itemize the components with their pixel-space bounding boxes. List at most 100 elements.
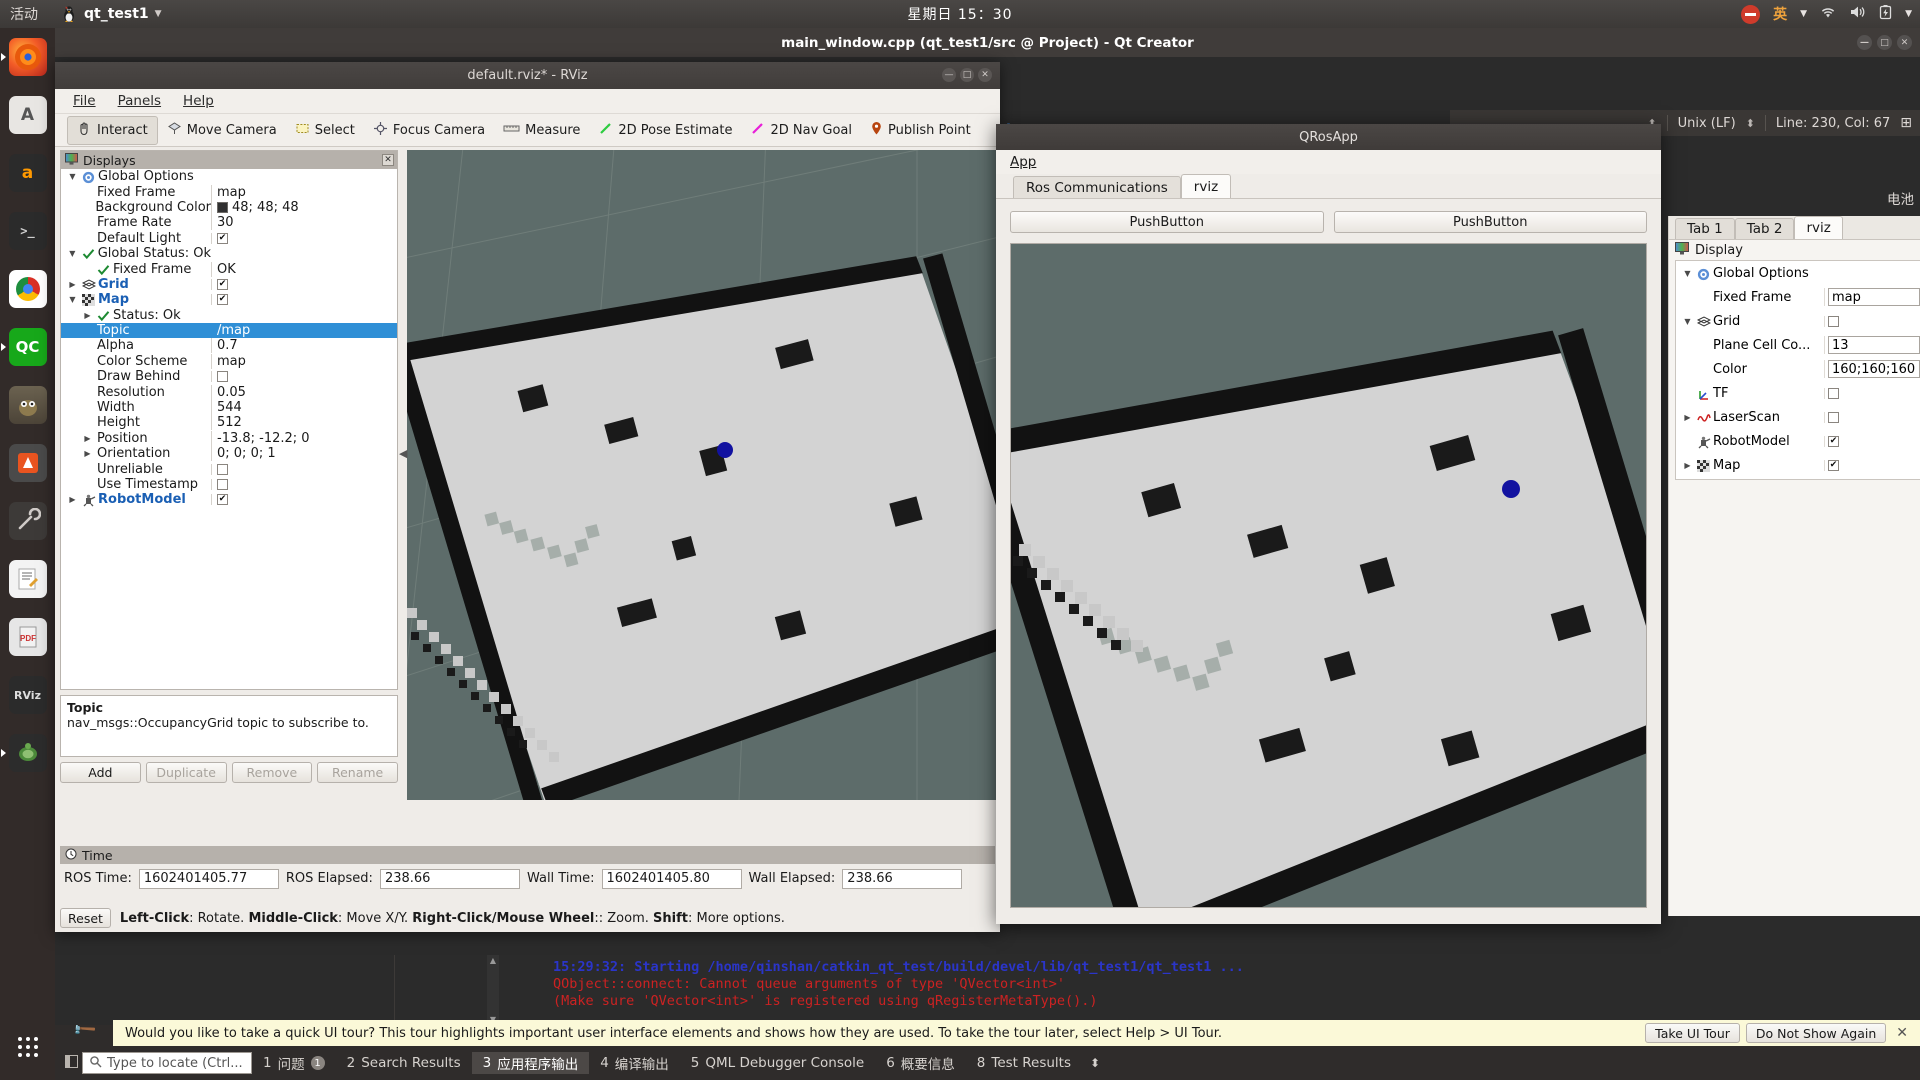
split-editor-icon[interactable]: ⊞ [1900,115,1912,131]
tab-1[interactable]: Tab 1 [1675,218,1735,239]
displays-row[interactable]: Use Timestamp [61,477,397,492]
locate-input[interactable]: Type to locate (Ctrl... [82,1052,252,1074]
expander-icon[interactable]: ▶ [1682,413,1693,422]
wall-elapsed-input[interactable]: 238.66 [842,869,962,889]
tool-move-camera[interactable]: Move Camera [158,117,286,144]
property-value-cell[interactable]: ✔ [211,294,397,305]
property-value-cell[interactable]: ✔ [211,233,397,244]
add-button[interactable]: Add [60,762,141,783]
property-value-cell[interactable] [211,371,397,382]
launcher-item-rviz[interactable]: RViz [0,666,55,724]
maximize-button[interactable]: □ [1877,35,1892,50]
launcher-item-firefox[interactable] [0,28,55,86]
tool-measure[interactable]: Measure [494,117,589,144]
checkbox[interactable]: ✔ [217,279,228,290]
tool-select[interactable]: Select [286,117,364,144]
checkbox[interactable]: ✔ [1828,460,1839,471]
minimize-button[interactable]: — [1857,35,1872,50]
property-value-cell[interactable] [1824,388,1920,399]
right-dock-row[interactable]: TF [1676,381,1920,405]
tool-interact[interactable]: Interact [67,116,158,145]
property-value-cell[interactable]: -13.8; -12.2; 0 [211,431,397,446]
launcher-item-chrome[interactable] [0,260,55,318]
displays-row[interactable]: Topic/map [61,323,397,338]
displays-row[interactable]: Fixed FrameOK [61,261,397,276]
property-input[interactable]: map [1828,288,1920,306]
panel-splitter-left[interactable]: ◀ [399,447,407,460]
displays-row[interactable]: ▼Global Options [61,169,397,184]
property-value-cell[interactable] [211,464,397,475]
displays-row[interactable]: ▶RobotModel✔ [61,492,397,507]
right-dock-row[interactable]: ▶Map✔ [1676,453,1920,477]
launcher-item-files[interactable]: A [0,86,55,144]
checkbox[interactable]: ✔ [217,233,228,244]
displays-row[interactable]: Frame Rate30 [61,215,397,230]
checkbox[interactable]: ✔ [217,494,228,505]
checkbox[interactable] [1828,412,1839,423]
property-value-cell[interactable]: OK [211,262,397,277]
scroll-up-icon[interactable]: ▲ [487,955,499,966]
output-pane-tab[interactable]: 6概要信息 [875,1052,966,1074]
tab-rviz-dock[interactable]: rviz [1794,216,1842,239]
right-dock-tree[interactable]: ▼Global OptionsFixed Framemap▼GridPlane … [1675,260,1920,480]
displays-row[interactable]: Default Light✔ [61,231,397,246]
close-icon[interactable]: ✕ [1892,1025,1912,1041]
displays-row[interactable]: ▶Orientation0; 0; 0; 1 [61,446,397,461]
launcher-item-amazon[interactable]: a [0,144,55,202]
launcher-item-terminal[interactable]: >_ [0,202,55,260]
checkbox[interactable]: ✔ [1828,436,1839,447]
updown-arrows-icon[interactable]: ⬍ [1082,1056,1100,1070]
displays-row[interactable]: ▶Status: Ok [61,308,397,323]
launcher-item-gimp[interactable] [0,376,55,434]
property-input[interactable]: 160;160;160 [1828,360,1920,378]
clock[interactable]: 星期日 15：30 [907,4,1012,24]
ros-elapsed-input[interactable]: 238.66 [380,869,520,889]
output-scrollbar[interactable]: ▲ ▼ [487,955,499,1025]
property-value-cell[interactable]: 0.7 [211,338,397,353]
output-pane-tab[interactable]: 8Test Results [966,1052,1082,1074]
property-value-cell[interactable]: 544 [211,400,397,415]
ros-time-input[interactable]: 1602401405.77 [139,869,279,889]
output-pane-tab[interactable]: 2Search Results [336,1052,472,1074]
expander-icon[interactable]: ▼ [1682,269,1693,278]
output-pane-tab[interactable]: 1问题1 [252,1052,336,1074]
close-icon[interactable]: ✕ [382,154,394,166]
output-pane-tab[interactable]: 5QML Debugger Console [680,1052,875,1074]
displays-row[interactable]: Resolution0.05 [61,384,397,399]
maximize-button[interactable]: □ [960,68,974,82]
menu-file[interactable]: File [73,93,96,109]
tool-focus-camera[interactable]: Focus Camera [364,117,494,144]
property-value-cell[interactable]: ✔ [211,279,397,290]
menu-app[interactable]: App [1010,154,1036,170]
take-ui-tour-button[interactable]: Take UI Tour [1645,1023,1740,1043]
input-method-indicator[interactable]: 英 [1773,4,1787,24]
expander-icon[interactable]: ▶ [82,449,93,458]
launcher-item-pdf-viewer[interactable]: PDF [0,608,55,666]
property-value-cell[interactable]: /map [211,323,397,338]
tab-ros-communications[interactable]: Ros Communications [1013,176,1181,198]
property-input[interactable]: 13 [1828,336,1920,354]
property-value-cell[interactable] [211,479,397,490]
right-dock-row[interactable]: ▼Global Options [1676,261,1920,285]
launcher-item-settings[interactable] [0,492,55,550]
pushbutton-2[interactable]: PushButton [1334,211,1648,233]
property-value-cell[interactable]: 13 [1824,336,1920,354]
displays-row[interactable]: Draw Behind [61,369,397,384]
menu-help[interactable]: Help [183,93,214,109]
right-dock-row[interactable]: ▶LaserScan [1676,405,1920,429]
minimize-button[interactable]: — [942,68,956,82]
property-value-cell[interactable]: ✔ [1824,460,1920,471]
displays-row[interactable]: ▶Grid✔ [61,277,397,292]
output-pane-tab[interactable]: 4编译输出 [589,1052,680,1074]
right-dock-row[interactable]: Plane Cell Co...13 [1676,333,1920,357]
displays-row[interactable]: Width544 [61,400,397,415]
tool-2d-nav-goal[interactable]: 2D Nav Goal [741,117,861,144]
tab-2[interactable]: Tab 2 [1735,218,1795,239]
property-value-cell[interactable]: map [1824,288,1920,306]
sidebar-toggle-icon[interactable] [55,1055,78,1072]
displays-row[interactable]: Unreliable [61,461,397,476]
chevron-down-icon[interactable]: ▼ [1905,9,1912,19]
property-value-cell[interactable]: 48; 48; 48 [211,200,397,215]
launcher-item-turtlesim[interactable] [0,724,55,782]
displays-row[interactable]: ▼Global Status: Ok [61,246,397,261]
